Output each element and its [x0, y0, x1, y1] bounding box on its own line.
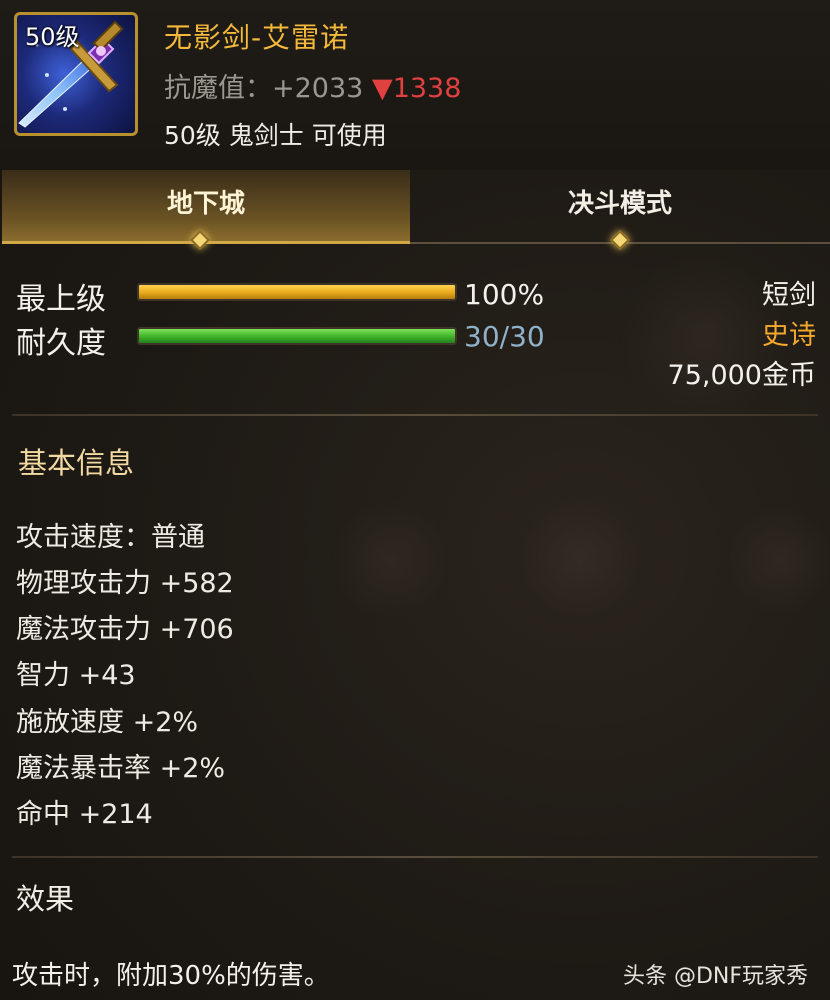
item-header: 50级 无影剑-艾雷诺 抗魔值：+2033 ▼1338 50级 鬼剑士 可使用	[0, 0, 830, 170]
item-icon-frame[interactable]: 50级	[14, 12, 138, 136]
background-ornament	[520, 500, 640, 620]
attribute-line: 攻击速度：普通	[16, 522, 205, 553]
basic-info-title: 基本信息	[18, 446, 135, 480]
item-level-badge: 50级	[25, 23, 80, 51]
rarity-label: 史诗	[762, 320, 816, 351]
tab-dungeon[interactable]: 地下城	[2, 170, 410, 250]
magic-resist-delta: ▼1338	[371, 73, 462, 104]
sell-price: 75,000金币	[667, 360, 816, 391]
durability-bar-fill	[139, 329, 455, 343]
effect-text: 攻击时，附加30%的伤害。	[12, 961, 330, 991]
usage-requirement: 50级 鬼剑士 可使用	[164, 121, 387, 150]
durability-label: 耐久度	[16, 326, 106, 361]
grade-bar-fill	[139, 285, 455, 299]
item-tooltip-panel: 50级 无影剑-艾雷诺 抗魔值：+2033 ▼1338 50级 鬼剑士 可使用 …	[0, 0, 830, 1000]
weapon-type: 短剑	[762, 280, 816, 311]
attribute-line: 智力 +43	[16, 660, 136, 691]
tab-marker-icon	[610, 230, 630, 250]
magic-resist-value: +2033	[272, 73, 364, 104]
grade-value: 100%	[464, 278, 545, 311]
attribute-line: 魔法攻击力 +706	[16, 614, 234, 645]
section-divider	[12, 414, 818, 416]
tab-marker-icon	[190, 230, 210, 250]
grade-bar	[137, 283, 457, 301]
attribute-line: 魔法暴击率 +2%	[16, 753, 226, 784]
item-name: 无影剑-艾雷诺	[164, 21, 350, 54]
attribute-line: 命中 +214	[16, 799, 153, 830]
background-ornament	[330, 500, 450, 620]
tab-duel-mode[interactable]: 决斗模式	[410, 170, 830, 250]
background-ornament	[730, 500, 830, 620]
grade-label: 最上级	[16, 282, 106, 317]
durability-bar	[137, 327, 457, 345]
durability-value: 30/30	[464, 320, 545, 353]
magic-resist-label: 抗魔值：	[164, 73, 272, 104]
tab-dungeon-label: 地下城	[166, 189, 245, 219]
effect-title: 效果	[16, 882, 75, 916]
attribute-line: 物理攻击力 +582	[16, 568, 234, 599]
watermark: 头条 @DNF玩家秀	[622, 964, 808, 989]
attribute-line: 施放速度 +2%	[16, 707, 199, 738]
mode-tabs: 地下城 决斗模式	[0, 170, 830, 250]
section-divider	[12, 856, 818, 858]
tab-duel-mode-label: 决斗模式	[567, 189, 672, 219]
magic-resist-row: 抗魔值：+2033 ▼1338	[164, 66, 461, 105]
